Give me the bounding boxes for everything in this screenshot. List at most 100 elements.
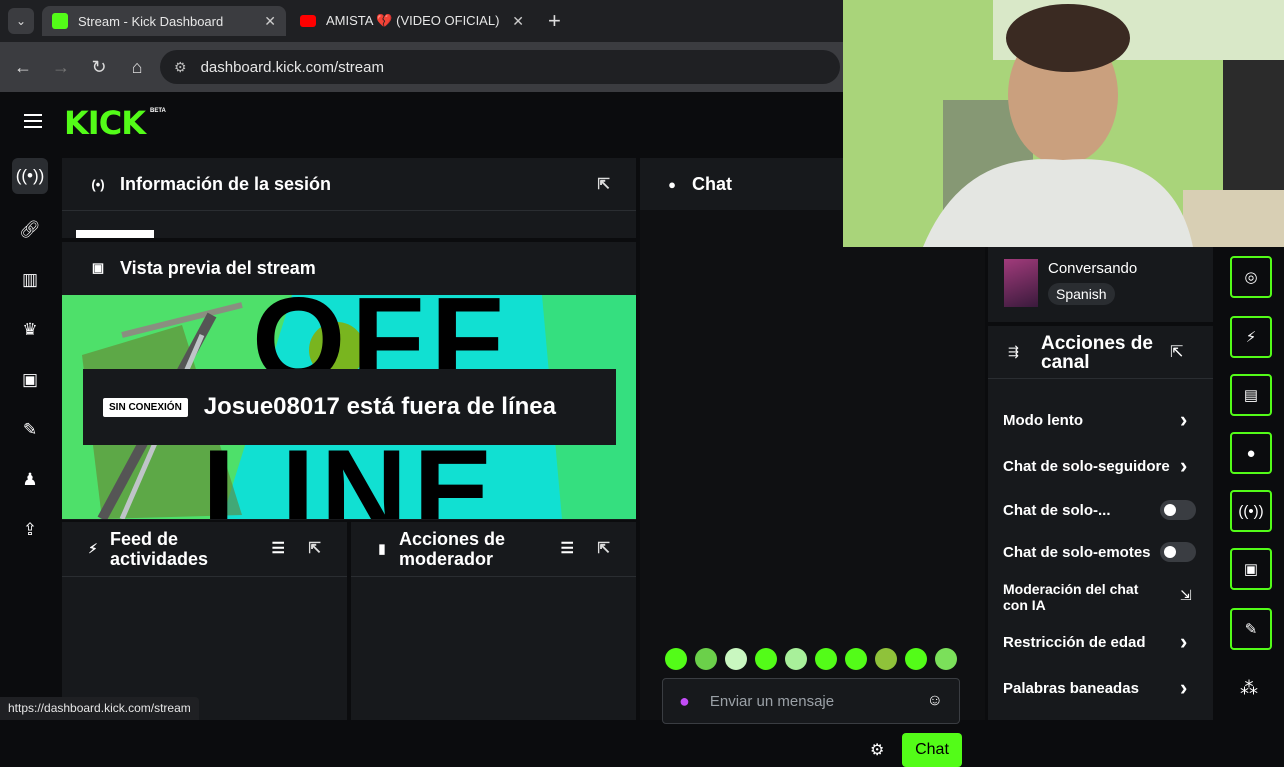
panel-title: Vista previa del stream [120, 257, 316, 278]
new-tab-button[interactable]: + [548, 8, 561, 34]
age-restriction-row[interactable]: Restricción de edad [1003, 634, 1203, 651]
link-icon[interactable]: 🔗︎ [12, 212, 48, 248]
activity-feed-panel: ⚡︎ Feed de actividades ☰ ⇱ [62, 522, 347, 720]
emote-7[interactable] [845, 648, 867, 670]
broadcast-tool-icon[interactable]: ((•)) [1230, 490, 1272, 532]
trophy-icon[interactable]: ♛ [12, 312, 48, 348]
category-card: Conversando Spanish [988, 247, 1213, 322]
hamburger-icon[interactable] [24, 114, 42, 128]
popout-icon[interactable]: ⇱ [597, 539, 610, 557]
stream-icon[interactable]: ((•)) [12, 158, 48, 194]
tab-title: Stream - Kick Dashboard [78, 13, 224, 29]
offline-text: Josue08017 está fuera de línea [203, 393, 556, 420]
external-link-icon[interactable]: ⇲ [1180, 587, 1192, 604]
analytics-icon[interactable]: ▥ [12, 262, 48, 298]
emote-6[interactable] [815, 648, 837, 670]
video-icon[interactable]: ▣ [12, 362, 48, 398]
lightning-icon[interactable]: ⚡︎ [1230, 316, 1272, 358]
tab-kick-dashboard[interactable]: Stream - Kick Dashboard ✕ [42, 6, 286, 36]
notes-icon[interactable]: ▤ [1230, 374, 1272, 416]
send-chat-button[interactable]: Chat [902, 733, 962, 767]
wrench-icon[interactable]: ✎ [12, 412, 48, 448]
chat-tool-icon[interactable]: ● [1230, 432, 1272, 474]
offline-badge: SIN CONEXIÓN [103, 397, 188, 417]
emote-9[interactable] [905, 648, 927, 670]
category-thumbnail [1004, 259, 1038, 307]
ai-moderation-row[interactable]: Moderación del chat con IA [1003, 581, 1203, 613]
users-icon[interactable]: ♟ [12, 462, 48, 498]
tab-list-dropdown[interactable]: ⌄ [8, 8, 34, 34]
preview-icon: ▣ [91, 260, 105, 275]
broadcast-icon: (•) [91, 176, 105, 192]
top-bar: KICK BETA [0, 92, 843, 154]
url-field[interactable]: ⚙ dashboard.kick.com/stream [160, 50, 840, 84]
emote-1[interactable] [665, 648, 687, 670]
popout-icon[interactable]: ⇱ [308, 539, 321, 557]
layout-tool-icon[interactable]: ▣ [1230, 548, 1272, 590]
close-tab-icon[interactable]: ✕ [512, 13, 524, 30]
forward-icon[interactable]: → [48, 54, 74, 80]
home-icon[interactable]: ⌂ [124, 54, 150, 80]
language-tag[interactable]: Spanish [1048, 283, 1115, 305]
wrench-tool-icon[interactable]: ✎ [1230, 608, 1272, 650]
offline-banner: OFF LINE SIN CONEXIÓN Josue08017 está fu… [62, 295, 636, 519]
channel-actions-icon: ⇶ [1008, 344, 1019, 359]
followers-only-row[interactable]: Chat de solo-seguidore [1003, 458, 1203, 475]
subscribers-only-toggle[interactable] [1160, 500, 1196, 520]
emotes-only-toggle[interactable] [1160, 542, 1196, 562]
reload-icon[interactable]: ↻ [86, 54, 112, 80]
offline-message-box: SIN CONEXIÓN Josue08017 está fuera de lí… [83, 369, 616, 445]
panel-title: Feed de actividades [110, 529, 209, 569]
panel-title: Acciones de moderador [399, 529, 506, 569]
left-nav: ((•)) 🔗︎ ▥ ♛ ▣ ✎ ♟ ⇪ [0, 154, 58, 720]
emote-3[interactable] [725, 648, 747, 670]
chevron-right-icon[interactable]: › [1180, 453, 1187, 479]
screenshot-icon[interactable]: ◎ [1230, 256, 1272, 298]
emote-10[interactable] [935, 648, 957, 670]
back-icon[interactable]: ← [10, 54, 36, 80]
chat-message-input[interactable]: ● Enviar un mensaje ☺ [662, 678, 960, 724]
tab-title: AMISTA 💔 (VIDEO OFICIAL) | E [326, 13, 505, 28]
more-tools-icon[interactable]: ⁂ [1240, 678, 1258, 699]
panel-header: (•) Información de la sesión ⇱ [62, 158, 636, 210]
chevron-right-icon[interactable]: › [1180, 629, 1187, 655]
kick-logo[interactable]: KICK [64, 106, 146, 140]
upload-icon[interactable]: ⇪ [12, 512, 48, 548]
chat-input-placeholder: Enviar un mensaje [709, 692, 835, 710]
filter-icon[interactable]: ☰ [272, 539, 285, 557]
banned-words-row[interactable]: Palabras baneadas [1003, 680, 1203, 697]
emote-4[interactable] [755, 648, 777, 670]
shield-icon: ▮ [378, 541, 386, 556]
emote-8[interactable] [875, 648, 897, 670]
tab-youtube[interactable]: AMISTA 💔 (VIDEO OFICIAL) | E ✕ [290, 6, 534, 36]
webcam-overlay [843, 0, 1284, 247]
category-name: Conversando [1048, 260, 1138, 277]
popout-icon[interactable]: ⇱ [597, 175, 610, 193]
kick-favicon-icon [52, 13, 68, 29]
mic-icon[interactable]: ● [679, 691, 690, 712]
beta-badge: BETA [150, 108, 166, 114]
moderator-actions-panel: ▮ Acciones de moderador ☰ ⇱ [351, 522, 636, 720]
emote-2[interactable] [695, 648, 717, 670]
chat-title: Chat [692, 173, 732, 194]
emote-5[interactable] [785, 648, 807, 670]
chevron-right-icon[interactable]: › [1180, 675, 1187, 701]
filter-icon[interactable]: ☰ [561, 539, 574, 557]
close-tab-icon[interactable]: ✕ [264, 13, 276, 30]
site-settings-icon[interactable]: ⚙ [174, 59, 187, 76]
chevron-right-icon[interactable]: › [1180, 407, 1187, 433]
session-info-panel: (•) Información de la sesión ⇱ [62, 158, 636, 238]
session-stat-cell [76, 230, 154, 238]
channel-actions-panel: ⇶ Acciones de canal ⇱ [988, 326, 1213, 720]
popout-icon[interactable]: ⇱ [1170, 342, 1183, 362]
bolt-icon: ⚡︎ [88, 541, 98, 556]
emoji-icon[interactable]: ☺ [927, 692, 943, 710]
status-bar-url: https://dashboard.kick.com/stream [0, 697, 199, 720]
panel-header: ▣ Vista previa del stream [62, 242, 636, 294]
youtube-favicon-icon [300, 15, 316, 27]
chat-settings-icon[interactable]: ⚙ [870, 740, 884, 760]
panel-header: ● Chat [640, 158, 843, 210]
slow-mode-row[interactable]: Modo lento [1003, 412, 1203, 429]
channel-actions-title: Acciones de canal [1041, 333, 1153, 373]
url-text: dashboard.kick.com/stream [200, 58, 384, 76]
